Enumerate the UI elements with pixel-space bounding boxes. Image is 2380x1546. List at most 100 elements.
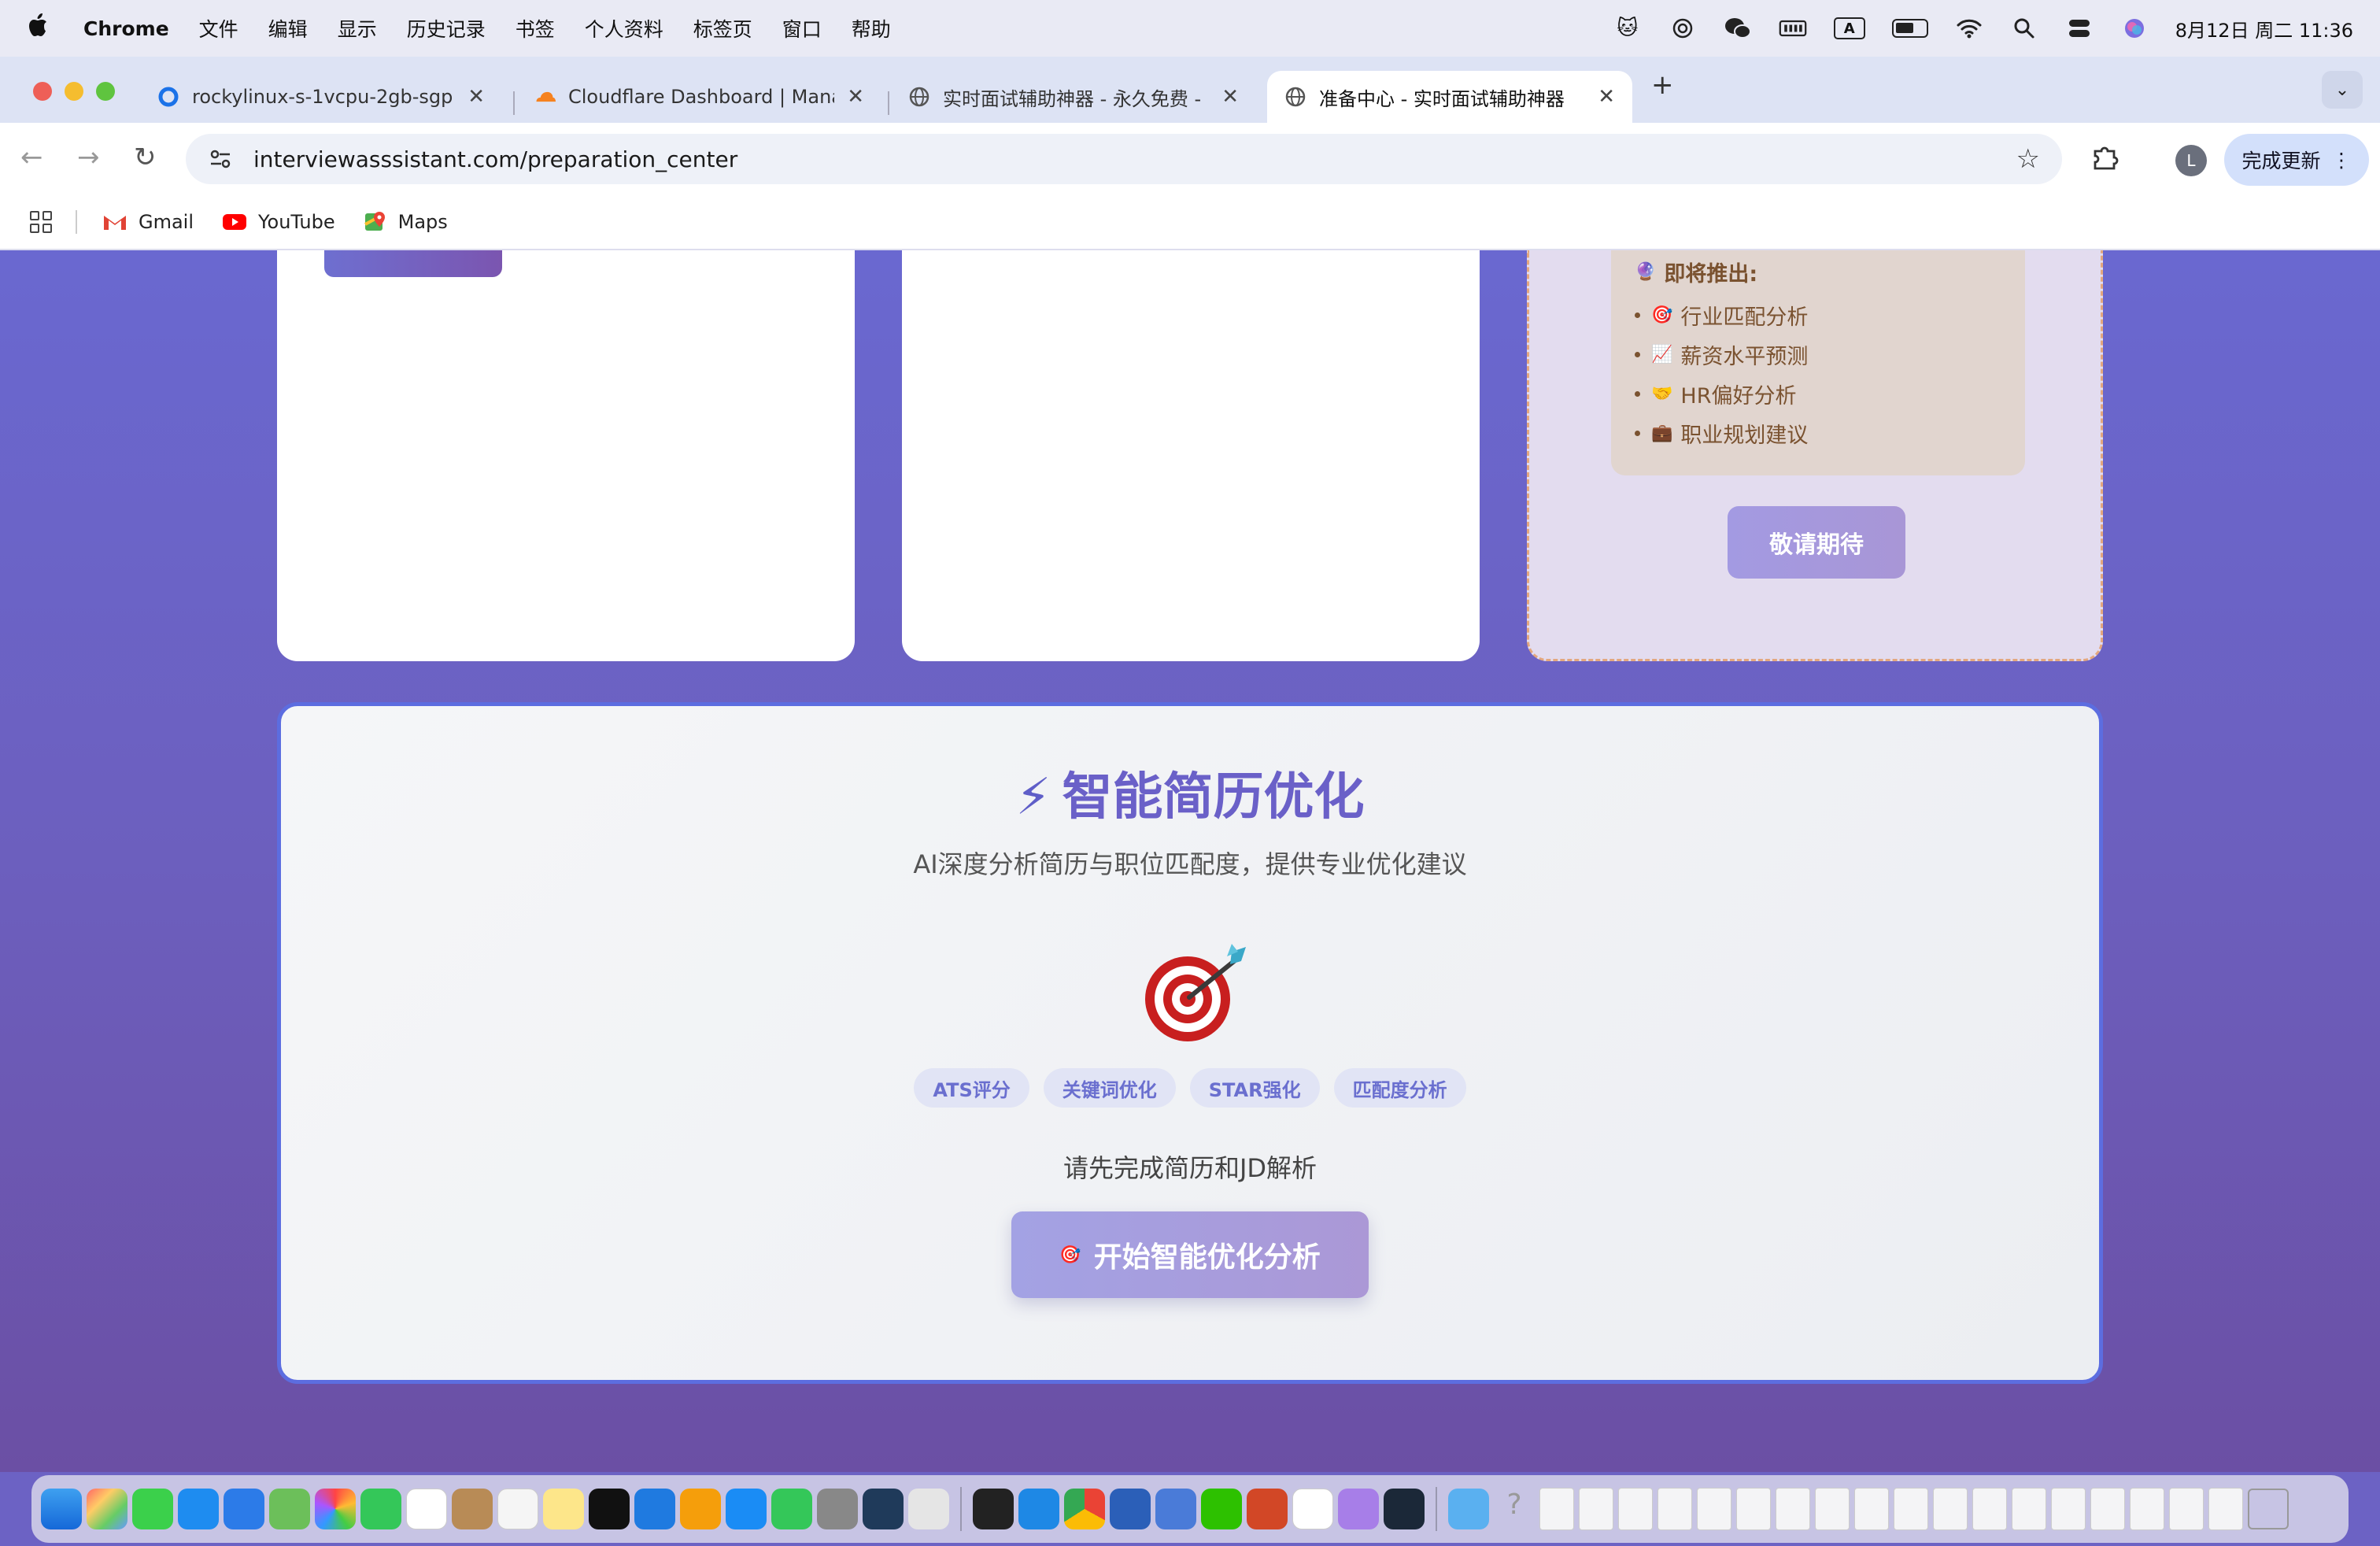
downloads-folder-icon[interactable] [1448,1489,1489,1529]
pages-icon[interactable] [680,1489,721,1529]
close-tab-icon[interactable]: ✕ [1598,85,1615,109]
minimized-window-thumbnail[interactable] [1618,1488,1653,1530]
menu-bookmarks[interactable]: 书签 [516,14,555,43]
tab-search-chevron-icon[interactable]: ⌄ [2322,71,2363,109]
messages-icon[interactable] [132,1489,173,1529]
card-button-stub[interactable] [324,250,502,277]
extensions-puzzle-icon[interactable] [2090,143,2119,179]
forward-arrow-icon[interactable]: → [77,142,100,173]
address-bar[interactable]: interviewasssistant.com/preparation_cent… [186,134,2062,184]
minimized-window-thumbnail[interactable] [1972,1488,2007,1530]
minimized-window-thumbnail[interactable] [2012,1488,2046,1530]
close-tab-icon[interactable]: ✕ [1221,85,1239,109]
site-info-icon[interactable] [208,146,233,172]
new-tab-icon[interactable]: + [1651,69,1674,101]
numbers-icon[interactable] [771,1489,812,1529]
bookmark-star-icon[interactable]: ☆ [2016,143,2040,175]
minimized-window-thumbnail[interactable] [2169,1488,2204,1530]
trash-icon[interactable] [2248,1489,2289,1529]
tab-rockylinux[interactable]: rockylinux-s-1vcpu-2gb-sgp1 ✕ [140,71,502,123]
notes-icon[interactable] [543,1489,584,1529]
app-store-icon[interactable] [726,1489,767,1529]
apps-grid-icon[interactable] [30,211,52,233]
iphone-mirroring-icon[interactable] [908,1489,949,1529]
calendar-icon[interactable] [406,1489,447,1529]
menu-view[interactable]: 显示 [338,14,377,43]
launchpad-icon[interactable] [87,1489,128,1529]
finder-icon[interactable] [41,1489,82,1529]
bookmark-youtube[interactable]: YouTube [222,211,335,233]
back-arrow-icon[interactable]: ← [20,142,43,173]
system-settings-icon[interactable] [817,1489,858,1529]
word-icon[interactable] [1110,1489,1151,1529]
photos-icon[interactable] [315,1489,356,1529]
close-tab-icon[interactable]: ✕ [468,85,485,109]
minimized-window-thumbnail[interactable] [1697,1488,1731,1530]
minimized-window-thumbnail[interactable] [1579,1488,1613,1530]
facetime-icon[interactable] [360,1489,401,1529]
clock-datetime[interactable]: 8月12日 周二 11:36 [2175,15,2353,43]
minimized-window-thumbnail[interactable] [1894,1488,1928,1530]
mail-icon[interactable] [224,1489,264,1529]
url-text[interactable]: interviewasssistant.com/preparation_cent… [253,146,737,172]
contacts-icon[interactable] [452,1489,493,1529]
wechat-icon[interactable] [1201,1489,1242,1529]
reload-icon[interactable]: ↻ [134,142,157,173]
stay-tuned-button[interactable]: 敬请期待 [1728,506,1905,579]
minimized-window-thumbnail[interactable] [1658,1488,1692,1530]
openai-status-icon[interactable] [1669,17,1697,40]
safari-icon[interactable] [178,1489,219,1529]
minimized-window-thumbnail[interactable] [2130,1488,2164,1530]
spotlight-search-icon[interactable] [2010,17,2038,40]
tab-interview-assistant[interactable]: 实时面试辅助神器 - 永久免费 - ✕ [891,71,1256,123]
battery-icon[interactable] [1891,19,1928,38]
input-method-indicator[interactable]: A [1833,17,1865,39]
minimized-window-thumbnail[interactable] [1776,1488,1810,1530]
cat-status-icon[interactable]: 🐱 [1613,17,1642,40]
maps-app-icon[interactable] [269,1489,310,1529]
minimized-window-thumbnail[interactable] [1539,1488,1574,1530]
menu-file[interactable]: 文件 [199,14,238,43]
close-tab-icon[interactable]: ✕ [847,85,864,109]
memory-status-icon[interactable] [1779,17,1807,40]
control-center-icon[interactable] [2065,17,2094,40]
terminal-icon[interactable] [973,1489,1014,1529]
cat-app-icon[interactable] [1338,1489,1379,1529]
wifi-icon[interactable] [1955,17,1983,40]
menu-app-name[interactable]: Chrome [83,17,169,40]
update-chrome-button[interactable]: 完成更新 ⋮ [2224,134,2369,186]
minimized-window-thumbnail[interactable] [2090,1488,2125,1530]
activity-monitor-icon[interactable] [863,1489,904,1529]
tab-preparation-center[interactable]: 准备中心 - 实时面试辅助神器 ✕ [1267,71,1632,123]
powerpoint-icon[interactable] [1247,1489,1288,1529]
minimized-window-thumbnail[interactable] [2208,1488,2243,1530]
minimized-window-thumbnail[interactable] [1933,1488,1968,1530]
close-window-button[interactable] [33,82,52,101]
bookmark-gmail[interactable]: Gmail [102,211,194,233]
minimize-window-button[interactable] [65,82,83,101]
menu-help[interactable]: 帮助 [852,14,891,43]
keynote-icon[interactable] [634,1489,675,1529]
chatgpt-icon[interactable] [1292,1489,1333,1529]
unknown-app-icon[interactable]: ? [1494,1489,1535,1529]
minimized-window-thumbnail[interactable] [2051,1488,2086,1530]
menu-profiles[interactable]: 个人资料 [585,14,663,43]
minimized-window-thumbnail[interactable] [1815,1488,1850,1530]
profile-avatar[interactable]: L [2175,145,2207,176]
chrome-icon[interactable] [1064,1489,1105,1529]
steam-icon[interactable] [1384,1489,1425,1529]
tab-cloudflare[interactable]: Cloudflare Dashboard | Manage ✕ [516,71,881,123]
wechat-status-icon[interactable] [1724,17,1752,40]
menu-window[interactable]: 窗口 [782,14,822,43]
minimized-window-thumbnail[interactable] [1854,1488,1889,1530]
bookmark-maps[interactable]: Maps [364,210,448,234]
reminders-icon[interactable] [497,1489,538,1529]
minimized-window-thumbnail[interactable] [1736,1488,1771,1530]
siri-icon[interactable] [2120,17,2149,40]
menu-tab[interactable]: 标签页 [693,14,752,43]
apple-tv-icon[interactable] [589,1489,630,1529]
menu-history[interactable]: 历史记录 [407,14,486,43]
xcode-icon[interactable] [1155,1489,1196,1529]
apple-menu-icon[interactable] [27,12,52,46]
zoom-window-button[interactable] [96,82,115,101]
